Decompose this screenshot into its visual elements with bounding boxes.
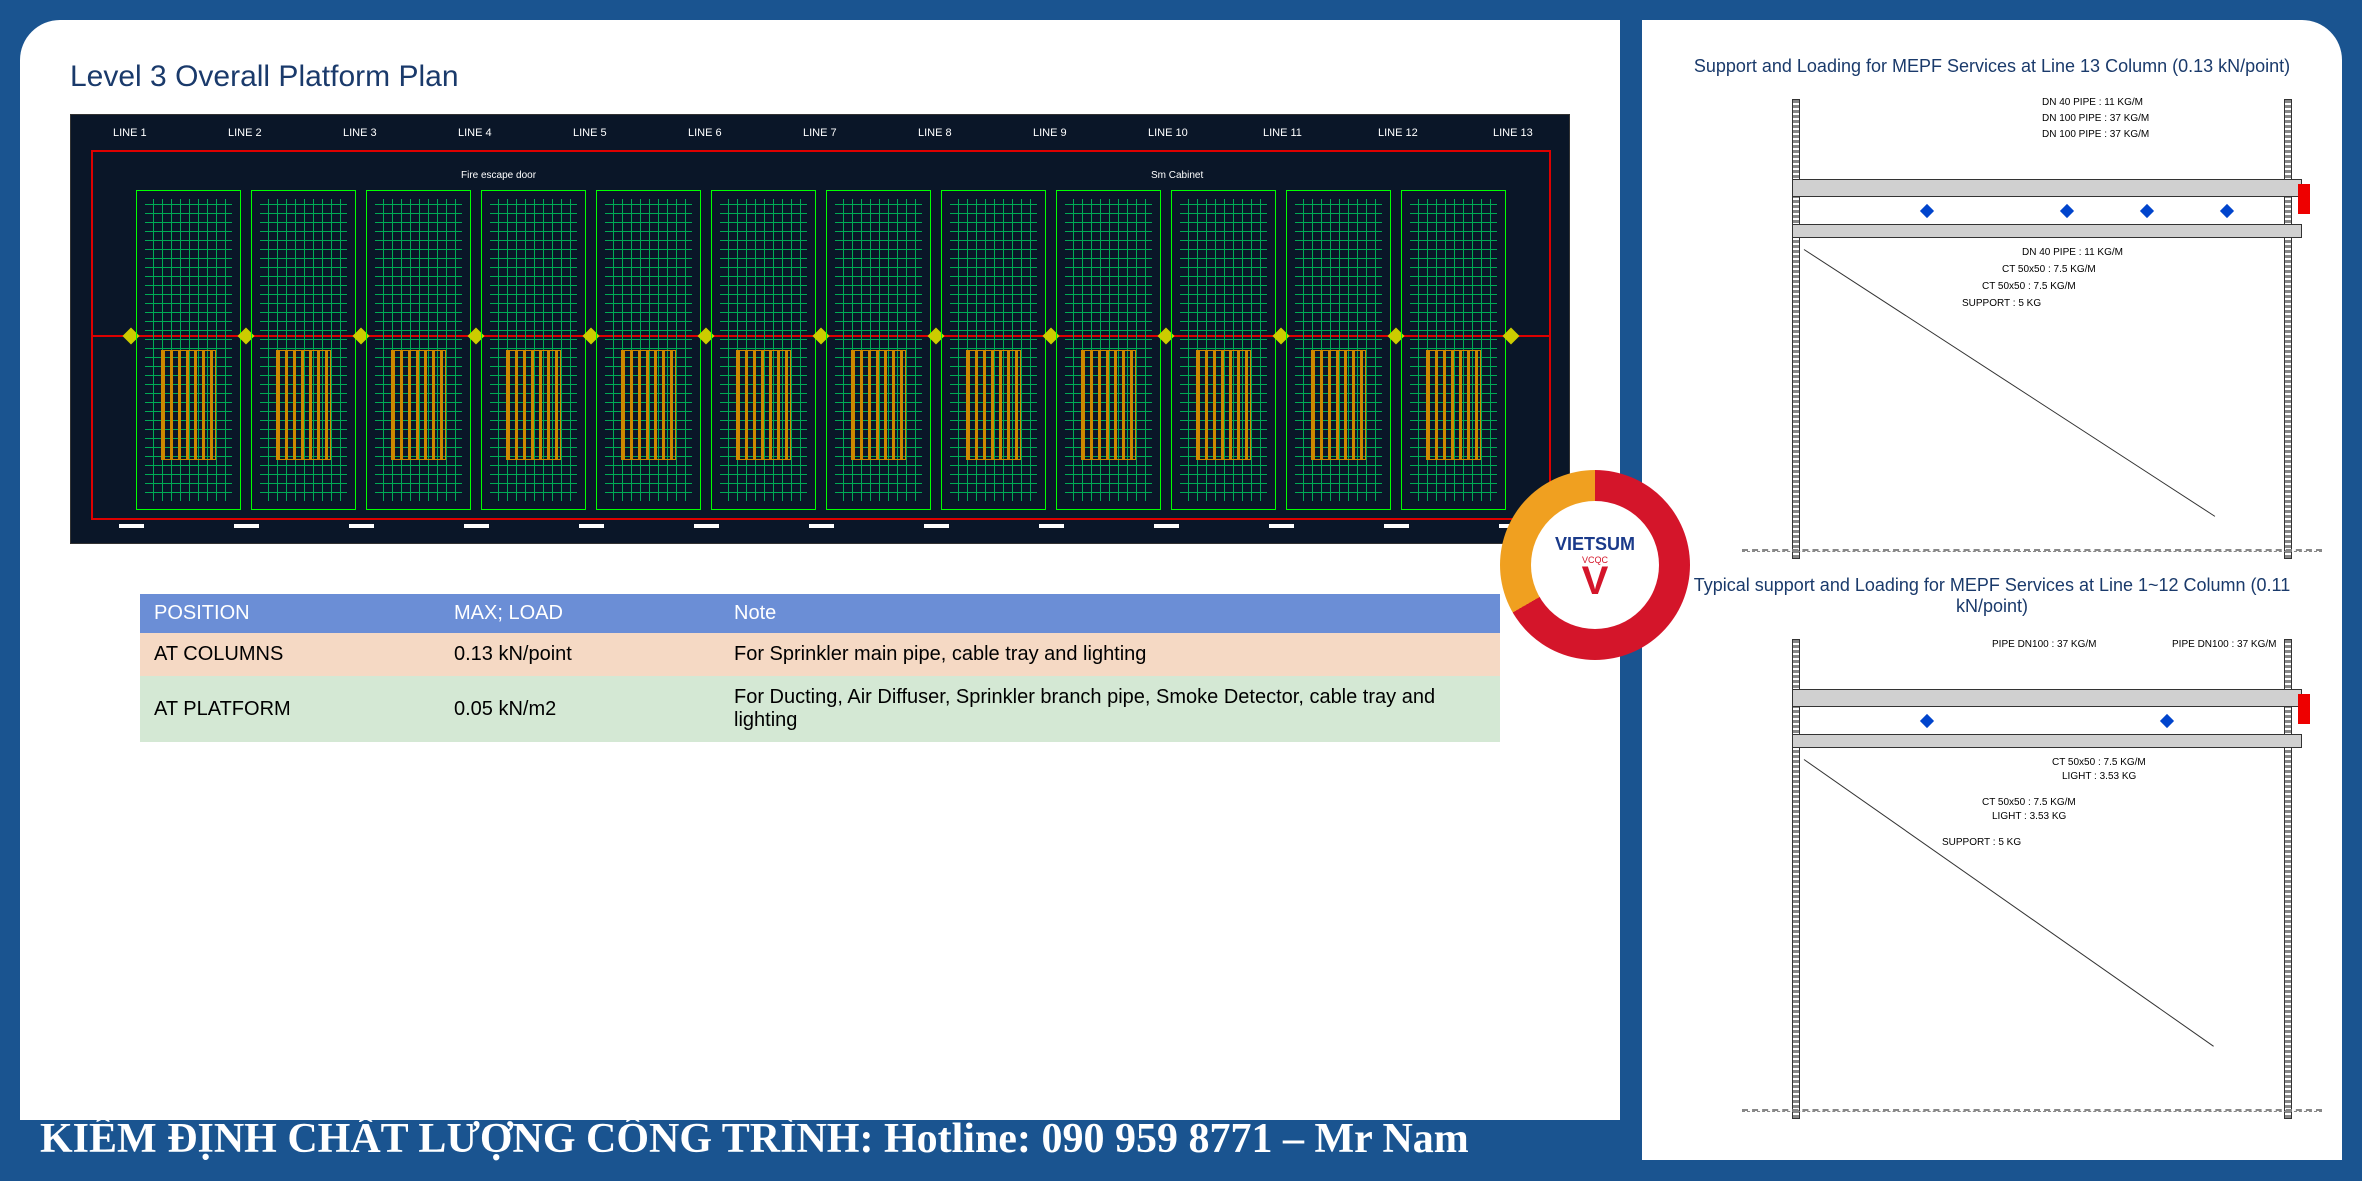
line-label: LINE 1 — [113, 127, 147, 139]
line-label: LINE 10 — [1148, 127, 1188, 139]
line-label: LINE 5 — [573, 127, 607, 139]
right-panel: Support and Loading for MEPF Services at… — [1642, 20, 2342, 1160]
cabinet-label: Sm Cabinet — [1151, 170, 1203, 181]
detail1-drawing: DN 40 PIPE : 11 KG/M DN 100 PIPE : 37 KG… — [1662, 89, 2322, 569]
line-label: LINE 9 — [1033, 127, 1067, 139]
line-label: LINE 13 — [1493, 127, 1533, 139]
line-label: LINE 6 — [688, 127, 722, 139]
table-row: AT COLUMNS 0.13 kN/point For Sprinkler m… — [140, 633, 1500, 676]
line-label: LINE 3 — [343, 127, 377, 139]
fire-escape-label: Fire escape door — [461, 170, 536, 181]
line-label: LINE 7 — [803, 127, 837, 139]
th-position: POSITION — [140, 594, 440, 633]
load-table: POSITION MAX; LOAD Note AT COLUMNS 0.13 … — [140, 594, 1500, 742]
table-row: AT PLATFORM 0.05 kN/m2 For Ducting, Air … — [140, 676, 1500, 742]
vietsum-logo: VIETSUM VCQC V — [1500, 470, 1690, 660]
detail2-title: Typical support and Loading for MEPF Ser… — [1662, 575, 2322, 617]
line-label: LINE 2 — [228, 127, 262, 139]
th-load: MAX; LOAD — [440, 594, 720, 633]
line-label: LINE 8 — [918, 127, 952, 139]
detail2-drawing: PIPE DN100 : 37 KG/M PIPE DN100 : 37 KG/… — [1662, 629, 2322, 1129]
page-title: Level 3 Overall Platform Plan — [70, 60, 1570, 94]
detail1-title: Support and Loading for MEPF Services at… — [1662, 56, 2322, 77]
th-note: Note — [720, 594, 1500, 633]
line-label: LINE 11 — [1263, 127, 1302, 139]
left-panel: Level 3 Overall Platform Plan Fire escap… — [20, 20, 1620, 1120]
cad-plan-drawing: Fire escape door Sm Cabinet LINE 1 LINE 2… — [70, 114, 1570, 544]
footer-hotline: KIỂM ĐỊNH CHẤT LƯỢNG CÔNG TRÌNH: Hotline… — [40, 1115, 1469, 1163]
line-label: LINE 4 — [458, 127, 492, 139]
line-label: LINE 12 — [1378, 127, 1418, 139]
